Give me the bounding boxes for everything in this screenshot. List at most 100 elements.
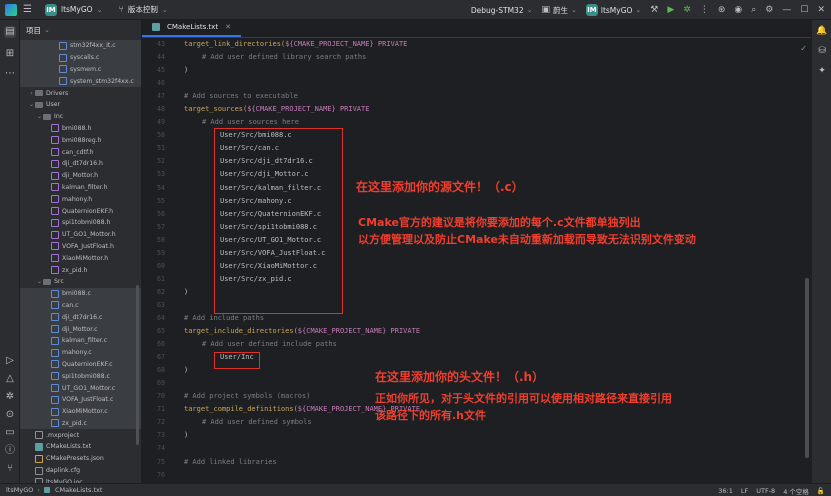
search-icon[interactable]: ⌕ <box>751 5 756 15</box>
project-scrollbar[interactable] <box>136 285 139 445</box>
more-icon[interactable]: ⋮ <box>700 5 709 15</box>
build-icon[interactable]: ⚒ <box>650 5 658 15</box>
tree-file[interactable]: VOFA_JustFloat.c <box>20 393 141 406</box>
tree-folder[interactable]: ⌄ Inc <box>20 111 141 123</box>
breadcrumb-project[interactable]: ltsMyGO <box>6 486 33 494</box>
h-file-icon <box>51 230 59 239</box>
tree-file[interactable]: bmi088.c <box>20 287 141 300</box>
line-number: 45 <box>157 66 165 75</box>
git-icon[interactable]: ⑂ <box>4 463 16 475</box>
tree-file[interactable]: VOFA_JustFloat.h <box>20 241 141 253</box>
account-icon[interactable]: ◉ <box>734 5 742 15</box>
services-icon[interactable]: ⊙ <box>4 409 16 421</box>
run-tool-icon[interactable]: ▷ <box>4 355 16 367</box>
tree-file[interactable]: UT_GO1_Mottor.c <box>20 382 141 394</box>
indent-setting[interactable]: 4 个空格 <box>783 486 809 496</box>
close-icon[interactable]: ✕ <box>225 23 231 31</box>
cursor-position[interactable]: 36:1 <box>718 487 733 495</box>
breadcrumb-file[interactable]: CMakeLists.txt <box>55 486 102 494</box>
more-tools-icon[interactable]: ⋯ <box>4 68 16 80</box>
tree-file[interactable]: UT_GO1_Mottor.h <box>20 229 141 241</box>
tree-file[interactable]: XiaoMiMottor.c <box>20 405 141 418</box>
tree-file[interactable]: can_cdtf.h <box>20 146 141 158</box>
tree-file[interactable]: spi1tobmi088.c <box>20 370 141 383</box>
json-file-icon <box>35 454 43 463</box>
tree-file[interactable]: zx_pid.c <box>20 417 141 430</box>
ai-assistant-icon[interactable]: ⊛ <box>718 5 726 15</box>
expand-arrow-icon[interactable]: ⌄ <box>36 278 43 285</box>
debugger-selector[interactable]: ▣ 蔚生 ⌄ <box>541 5 576 16</box>
editor-scrollbar[interactable] <box>805 278 809 458</box>
cmake-file-icon <box>43 487 50 493</box>
tree-file[interactable]: can.c <box>20 299 141 312</box>
tree-file[interactable]: kalman_filter.h <box>20 182 141 194</box>
tree-file[interactable]: XiaoMiMottor.h <box>20 252 141 264</box>
h-file-icon <box>51 171 59 180</box>
ai-chat-icon[interactable]: ✦ <box>816 66 828 78</box>
minimize-icon[interactable]: — <box>782 5 791 15</box>
run-icon[interactable]: ▶ <box>667 5 674 15</box>
no-problems-check-icon[interactable]: ✓ <box>800 44 807 53</box>
maximize-icon[interactable]: ☐ <box>800 5 808 15</box>
tree-folder[interactable]: ⌄ Src <box>20 276 141 288</box>
app-logo-icon <box>5 3 17 16</box>
tree-file[interactable]: sysmem.c <box>20 63 141 76</box>
code-token: # Add user defined library search paths <box>202 53 367 62</box>
expand-arrow-icon[interactable]: ⌄ <box>28 101 35 108</box>
terminal-icon[interactable]: ▭ <box>4 427 16 439</box>
vcs-widget[interactable]: ⑂ 版本控制 ⌄ <box>118 4 167 15</box>
debug-tool-icon[interactable]: ✲ <box>4 391 16 403</box>
expand-arrow-icon[interactable]: ⌄ <box>36 113 43 120</box>
run-config-selector[interactable]: Debug-STM32 ⌄ <box>471 6 533 15</box>
line-number: 60 <box>157 261 165 270</box>
line-number: 65 <box>157 327 165 336</box>
tree-file[interactable]: CMakePresets.json <box>20 453 141 465</box>
tree-file[interactable]: bmi088reg.h <box>20 134 141 146</box>
tree-file[interactable]: syscalls.c <box>20 51 141 64</box>
debug-icon[interactable]: ✲ <box>683 5 691 15</box>
project-panel-header[interactable]: 项目 ⌄ <box>20 20 141 40</box>
tree-file[interactable]: CMakeLists.txt <box>20 441 141 453</box>
tree-item-label: can.c <box>62 301 79 309</box>
line-separator[interactable]: LF <box>741 487 748 495</box>
tree-file[interactable]: dji_Mottor.c <box>20 323 141 335</box>
tree-file[interactable]: stm32f4xx_it.c <box>20 40 141 52</box>
project-switcher[interactable]: IM ltsMyGO ⌄ <box>45 3 102 16</box>
tab-cmakelists[interactable]: CMakeLists.txt ✕ <box>142 20 241 37</box>
tree-file[interactable]: spi1tobmi088.h <box>20 217 141 229</box>
tree-file[interactable]: mahony.c <box>20 346 141 359</box>
tree-file[interactable]: kalman_filter.c <box>20 334 141 347</box>
tree-file[interactable]: dji_dt7dr16.c <box>20 311 141 324</box>
tree-item-label: UT_GO1_Mottor.c <box>62 384 116 392</box>
tree-item-label: Drivers <box>46 89 69 97</box>
tree-file[interactable]: bmi088.h <box>20 123 141 135</box>
tree-file[interactable]: QuaternionEKF.c <box>20 358 141 371</box>
database-icon[interactable]: ⛁ <box>816 46 828 58</box>
structure-icon[interactable]: ⊞ <box>4 48 16 60</box>
tree-file[interactable]: dji_Mottor.h <box>20 170 141 182</box>
expand-arrow-icon[interactable]: › <box>28 90 35 97</box>
tree-file[interactable]: system_stm32f4xx.c <box>20 75 141 88</box>
tree-file[interactable]: daplink.cfg <box>20 465 141 477</box>
include-annotation-title: 在这里添加你的头文件！（.h） <box>375 370 545 384</box>
tree-file[interactable]: .mxproject <box>20 429 141 441</box>
settings-icon[interactable]: ⚙ <box>765 5 773 15</box>
tree-file[interactable]: QuaternionEKF.h <box>20 205 141 217</box>
tree-file[interactable]: zx_pid.h <box>20 264 141 276</box>
lock-icon[interactable]: 🔓 <box>817 487 825 495</box>
main-menu-icon[interactable]: ☰ <box>23 4 37 15</box>
tree-item-label: bmi088.c <box>62 290 91 298</box>
cmake-icon[interactable]: △ <box>4 373 16 385</box>
tree-folder[interactable]: › Drivers <box>20 87 141 99</box>
tree-folder[interactable]: ⌄ User <box>20 99 141 111</box>
tree-file[interactable]: dji_dt7dr16.h <box>20 158 141 170</box>
file-encoding[interactable]: UTF-8 <box>756 487 775 495</box>
project-folder-icon[interactable]: ▤ <box>4 26 16 38</box>
tree-item-label: Src <box>54 278 64 286</box>
tree-file[interactable]: mahony.h <box>20 193 141 205</box>
problems-icon[interactable]: ⓘ <box>4 445 16 457</box>
notifications-icon[interactable]: 🔔 <box>816 26 828 38</box>
close-icon[interactable]: ✕ <box>817 5 825 15</box>
target-selector[interactable]: IM ltsMyGO ⌄ <box>585 4 641 16</box>
